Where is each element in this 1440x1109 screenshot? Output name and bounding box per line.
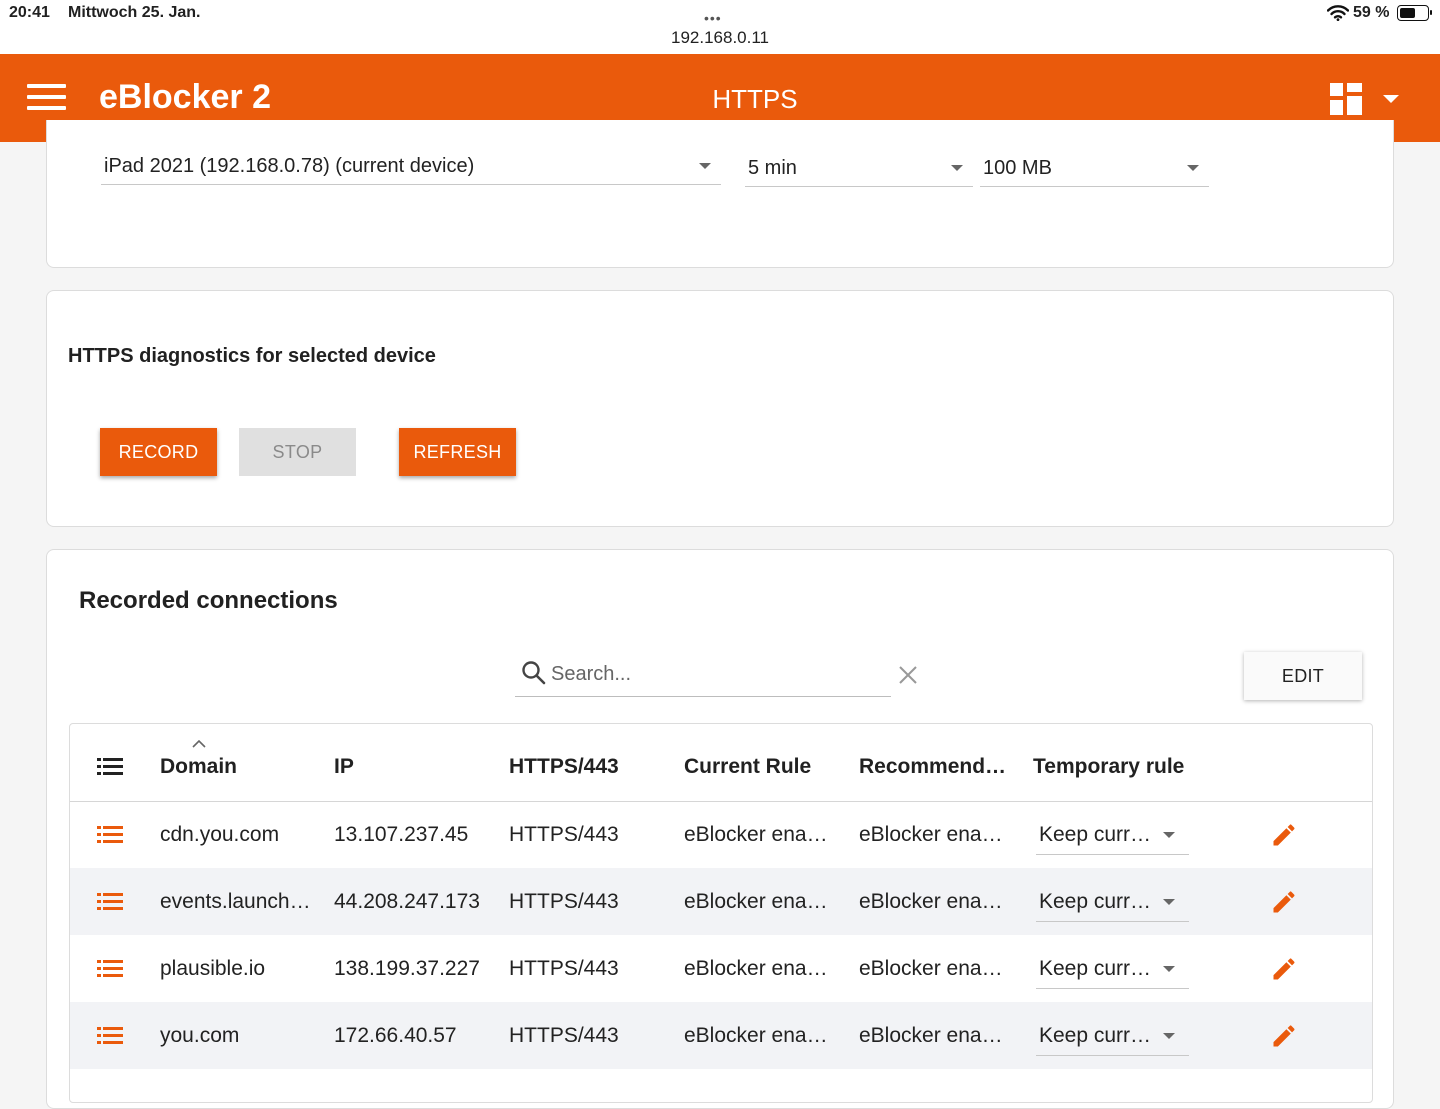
temporary-rule-select[interactable]: Keep curr… bbox=[1036, 947, 1189, 989]
cell-domain: you.com bbox=[160, 1024, 240, 1047]
edit-button[interactable]: EDIT bbox=[1244, 652, 1362, 700]
chevron-down-icon[interactable] bbox=[1383, 95, 1399, 103]
duration-select-value: 5 min bbox=[748, 157, 797, 179]
search-icon bbox=[522, 661, 546, 685]
address-bar-url[interactable]: 192.168.0.11 bbox=[0, 28, 1440, 48]
recorded-connections-card: Recorded connections EDIT Domain IP HTTP… bbox=[46, 549, 1394, 1109]
table-row: cdn.you.com 13.107.237.45 HTTPS/443 eBlo… bbox=[70, 801, 1372, 868]
temporary-rule-select[interactable]: Keep curr… bbox=[1036, 1014, 1189, 1056]
caret-down-icon bbox=[1163, 832, 1175, 838]
cell-recommended: eBlocker ena… bbox=[859, 957, 1003, 980]
size-select-value: 100 MB bbox=[983, 157, 1052, 179]
search-input[interactable] bbox=[549, 658, 883, 690]
caret-down-icon bbox=[699, 163, 711, 169]
sort-ascending-icon[interactable] bbox=[192, 740, 206, 748]
pencil-icon[interactable] bbox=[1270, 888, 1298, 916]
temporary-rule-select[interactable]: Keep curr… bbox=[1036, 880, 1189, 922]
recording-settings-card: iPad 2021 (192.168.0.78) (current device… bbox=[46, 120, 1394, 268]
page-title: HTTPS bbox=[712, 84, 798, 114]
cell-recommended: eBlocker ena… bbox=[859, 1024, 1003, 1047]
pencil-icon[interactable] bbox=[1270, 821, 1298, 849]
diagnostics-title: HTTPS diagnostics for selected device bbox=[68, 345, 436, 367]
pencil-icon[interactable] bbox=[1270, 955, 1298, 983]
battery-icon bbox=[1397, 5, 1429, 21]
stop-button[interactable]: STOP bbox=[239, 428, 356, 476]
column-header-ip[interactable]: IP bbox=[334, 755, 354, 779]
https-diagnostics-card: HTTPS diagnostics for selected device RE… bbox=[46, 290, 1394, 527]
size-select[interactable]: 100 MB bbox=[980, 147, 1209, 187]
temporary-rule-value: Keep curr… bbox=[1039, 823, 1152, 846]
column-header-recommended[interactable]: Recommend… bbox=[859, 755, 1006, 779]
refresh-button[interactable]: REFRESH bbox=[399, 428, 516, 476]
status-date: Mittwoch 25. Jan. bbox=[68, 4, 201, 21]
record-button[interactable]: RECORD bbox=[100, 428, 217, 476]
close-icon[interactable] bbox=[897, 664, 919, 686]
search-field bbox=[515, 650, 891, 697]
caret-down-icon bbox=[1187, 165, 1199, 171]
table-row: you.com 172.66.40.57 HTTPS/443 eBlocker … bbox=[70, 1002, 1372, 1069]
ios-status-bar: 20:41 Mittwoch 25. Jan. ••• 192.168.0.11… bbox=[0, 0, 1440, 54]
column-header-https[interactable]: HTTPS/443 bbox=[509, 755, 619, 779]
battery-tip bbox=[1430, 10, 1432, 15]
battery-percent: 59 % bbox=[1353, 4, 1390, 21]
connections-title: Recorded connections bbox=[79, 587, 338, 614]
cell-ip: 13.107.237.45 bbox=[334, 823, 469, 846]
cell-ip: 138.199.37.227 bbox=[334, 957, 480, 980]
cell-current-rule: eBlocker ena… bbox=[684, 823, 828, 846]
temporary-rule-value: Keep curr… bbox=[1039, 890, 1152, 913]
caret-down-icon bbox=[1163, 966, 1175, 972]
cell-port: HTTPS/443 bbox=[509, 890, 619, 913]
temporary-rule-value: Keep curr… bbox=[1039, 957, 1152, 980]
cell-current-rule: eBlocker ena… bbox=[684, 957, 828, 980]
cell-ip: 44.208.247.173 bbox=[334, 890, 480, 913]
multitasking-dots-icon[interactable]: ••• bbox=[704, 10, 722, 26]
duration-select[interactable]: 5 min bbox=[745, 147, 973, 187]
list-icon[interactable] bbox=[97, 1027, 123, 1045]
list-icon[interactable] bbox=[97, 960, 123, 978]
cell-port: HTTPS/443 bbox=[509, 1024, 619, 1047]
cell-domain: events.launch… bbox=[160, 890, 311, 913]
column-header-temporary-rule[interactable]: Temporary rule bbox=[1033, 755, 1184, 779]
table-header: Domain IP HTTPS/443 Current Rule Recomme… bbox=[70, 724, 1372, 802]
column-header-current-rule[interactable]: Current Rule bbox=[684, 755, 811, 779]
battery-level bbox=[1400, 8, 1415, 18]
temporary-rule-select[interactable]: Keep curr… bbox=[1036, 813, 1189, 855]
device-select-value: iPad 2021 (192.168.0.78) (current device… bbox=[104, 155, 475, 177]
caret-down-icon bbox=[1163, 899, 1175, 905]
cell-current-rule: eBlocker ena… bbox=[684, 890, 828, 913]
list-icon[interactable] bbox=[97, 826, 123, 844]
pencil-icon[interactable] bbox=[1270, 1022, 1298, 1050]
cell-domain: plausible.io bbox=[160, 957, 266, 980]
cell-port: HTTPS/443 bbox=[509, 957, 619, 980]
temporary-rule-value: Keep curr… bbox=[1039, 1024, 1152, 1047]
caret-down-icon bbox=[951, 165, 963, 171]
cell-recommended: eBlocker ena… bbox=[859, 890, 1003, 913]
device-select[interactable]: iPad 2021 (192.168.0.78) (current device… bbox=[101, 145, 721, 185]
dashboard-icon[interactable] bbox=[1330, 83, 1362, 115]
list-icon[interactable] bbox=[97, 758, 123, 776]
connections-table: Domain IP HTTPS/443 Current Rule Recomme… bbox=[69, 723, 1373, 1103]
cell-current-rule: eBlocker ena… bbox=[684, 1024, 828, 1047]
table-row: plausible.io 138.199.37.227 HTTPS/443 eB… bbox=[70, 935, 1372, 1002]
cell-port: HTTPS/443 bbox=[509, 823, 619, 846]
list-icon[interactable] bbox=[97, 893, 123, 911]
cell-domain: cdn.you.com bbox=[160, 823, 280, 846]
column-header-domain[interactable]: Domain bbox=[160, 755, 237, 779]
wifi-icon bbox=[1327, 5, 1349, 21]
status-time: 20:41 bbox=[9, 4, 50, 21]
cell-recommended: eBlocker ena… bbox=[859, 823, 1003, 846]
caret-down-icon bbox=[1163, 1033, 1175, 1039]
cell-ip: 172.66.40.57 bbox=[334, 1024, 457, 1047]
table-row: events.launch… 44.208.247.173 HTTPS/443 … bbox=[70, 868, 1372, 935]
